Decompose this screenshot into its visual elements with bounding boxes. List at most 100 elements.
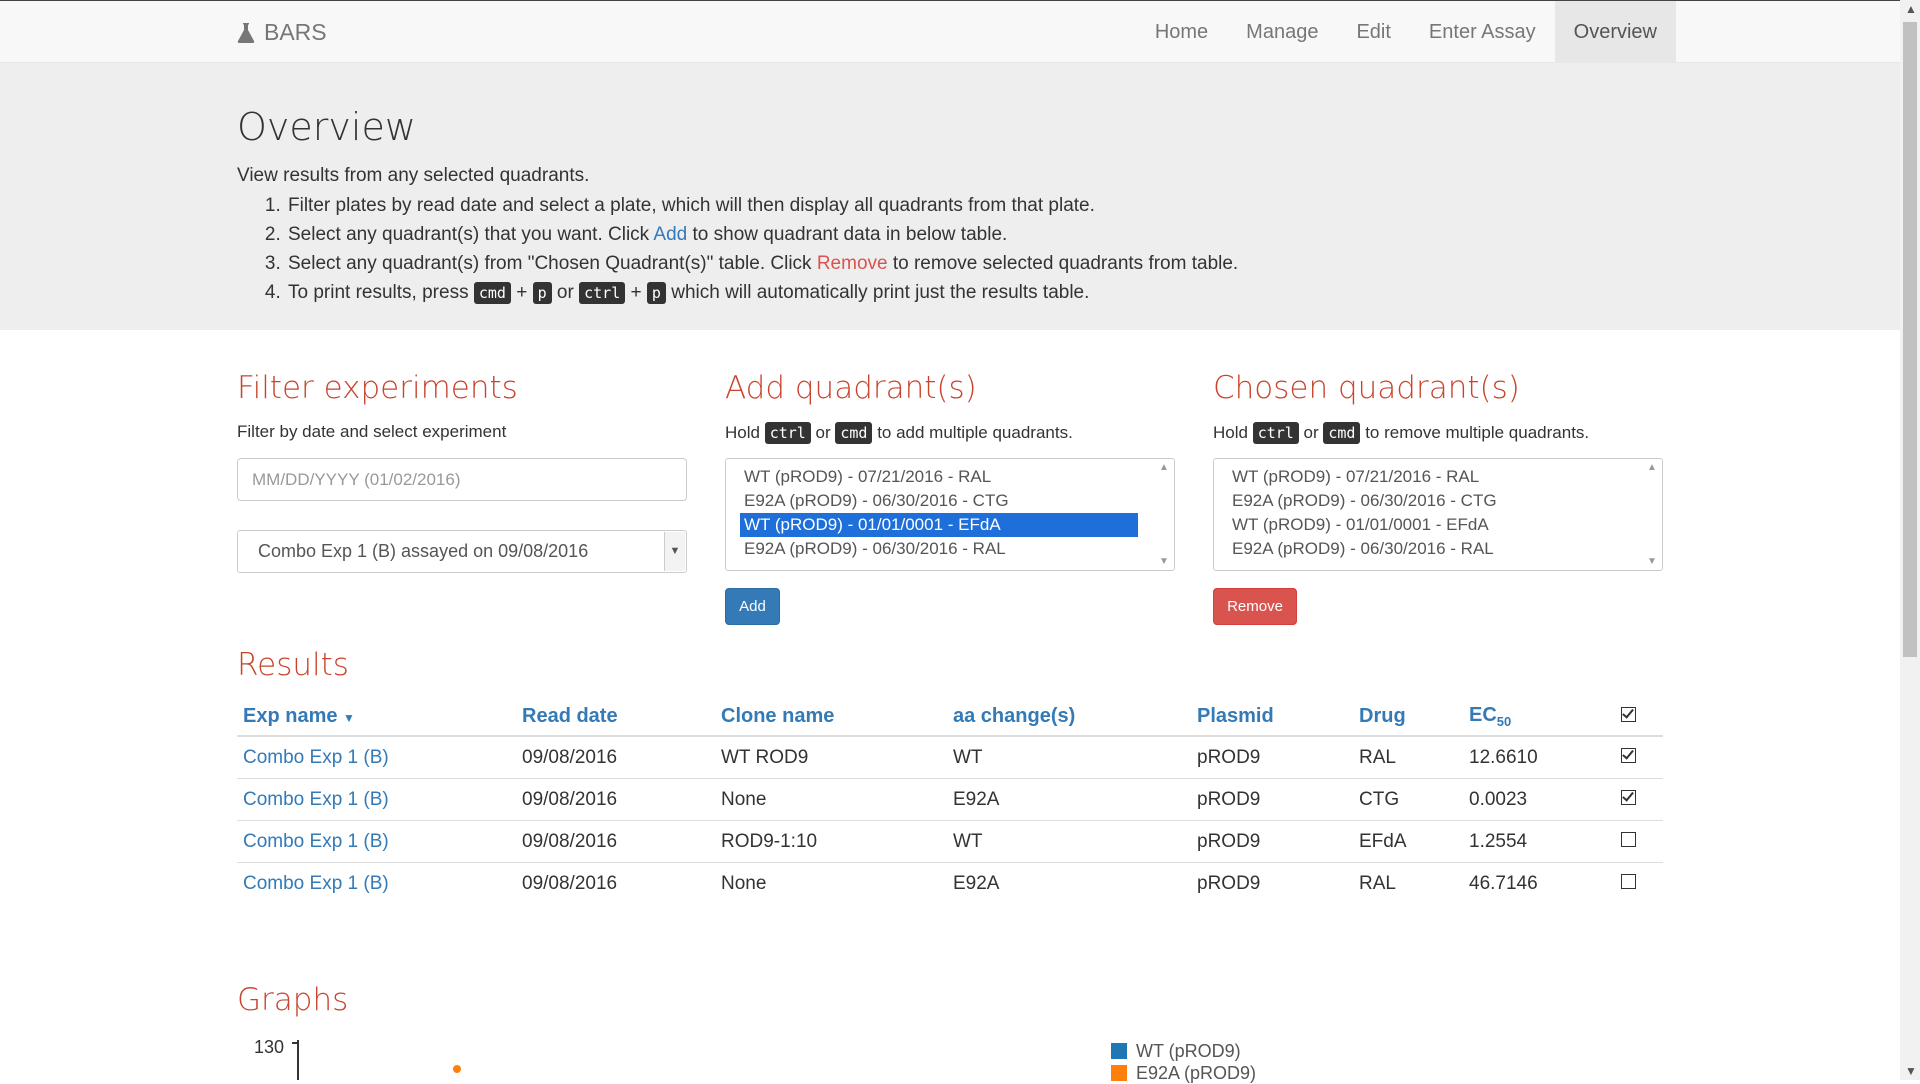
- legend-item: WT (pROD9): [1111, 1040, 1256, 1062]
- quadrant-option[interactable]: WT (pROD9) - 07/21/2016 - RAL: [726, 465, 1138, 489]
- nav-overview[interactable]: Overview: [1554, 1, 1676, 64]
- col-label-sub: 50: [1496, 713, 1512, 729]
- drug-cell: RAL: [1353, 735, 1463, 779]
- read-date-cell: 09/08/2016: [516, 862, 715, 904]
- add-link[interactable]: Add: [653, 224, 687, 245]
- main-nav: Home Manage Edit Enter Assay Overview: [1136, 1, 1676, 64]
- ec50-cell: 1.2554: [1463, 820, 1611, 863]
- nav-home[interactable]: Home: [1136, 1, 1227, 64]
- chosen-option[interactable]: WT (pROD9) - 01/01/0001 - EFdA: [1214, 513, 1626, 537]
- aa-change-cell: E92A: [947, 862, 1191, 904]
- ec50-cell: 0.0023: [1463, 778, 1611, 821]
- scroll-down-icon[interactable]: ▼: [1905, 1064, 1917, 1078]
- col-exp-name[interactable]: Exp name ▼: [237, 697, 516, 737]
- y-axis: [297, 1040, 299, 1080]
- listbox-scrollbar[interactable]: ▲ ▼: [1156, 460, 1173, 569]
- col-select-all[interactable]: [1611, 697, 1663, 737]
- quadrant-option[interactable]: E92A (pROD9) - 06/30/2016 - CTG: [726, 489, 1138, 513]
- scroll-up-icon[interactable]: ▲: [1647, 462, 1657, 473]
- scroll-down-icon[interactable]: ▼: [1647, 556, 1657, 567]
- drug-cell: RAL: [1353, 862, 1463, 904]
- select-all-checkbox[interactable]: [1621, 706, 1636, 722]
- scroll-up-icon[interactable]: ▲: [1159, 462, 1169, 473]
- quadrant-option-selected[interactable]: WT (pROD9) - 01/01/0001 - EFdA: [740, 513, 1138, 537]
- scroll-down-icon[interactable]: ▼: [1159, 556, 1169, 567]
- chosen-quadrants-panel: Chosen quadrant(s) Hold ctrl or cmd to r…: [1213, 370, 1663, 625]
- navbar: BARS Home Manage Edit Enter Assay Overvi…: [0, 0, 1900, 64]
- table-row: Combo Exp 1 (B) 09/08/2016 None E92A pROD9 CT…: [237, 778, 1663, 821]
- chosen-quadrants-title: Chosen quadrant(s): [1213, 370, 1520, 406]
- chevron-down-icon[interactable]: ▼: [664, 532, 685, 571]
- kbd-cmd: cmd: [473, 282, 511, 304]
- kbd-ctrl: ctrl: [1252, 422, 1299, 444]
- filter-panel: Filter experiments Filter by date and se…: [237, 370, 687, 573]
- chosen-option[interactable]: WT (pROD9) - 07/21/2016 - RAL: [1214, 465, 1626, 489]
- exp-name-link[interactable]: Combo Exp 1 (B): [237, 778, 516, 821]
- col-label: Exp name: [243, 704, 338, 727]
- page-title: Overview: [237, 105, 416, 149]
- legend-swatch: [1111, 1043, 1127, 1059]
- row-checkbox[interactable]: [1621, 831, 1636, 847]
- remove-button[interactable]: Remove: [1213, 588, 1297, 625]
- brand[interactable]: BARS: [236, 19, 327, 46]
- listbox-scrollbar[interactable]: ▲ ▼: [1644, 460, 1661, 569]
- col-clone-name[interactable]: Clone name: [715, 697, 947, 737]
- col-plasmid[interactable]: Plasmid: [1191, 697, 1353, 737]
- drug-cell: CTG: [1353, 778, 1463, 821]
- filter-hint: Filter by date and select experiment: [237, 422, 507, 441]
- chosen-option[interactable]: E92A (pROD9) - 06/30/2016 - CTG: [1214, 489, 1626, 513]
- exp-name-link[interactable]: Combo Exp 1 (B): [237, 820, 516, 863]
- plasmid-cell: pROD9: [1191, 778, 1353, 821]
- chosen-hint: Hold ctrl or cmd to remove multiple quad…: [1213, 422, 1663, 446]
- kbd-p: p: [532, 282, 552, 304]
- y-axis-tick-label: 130: [254, 1037, 285, 1057]
- kbd-p: p: [646, 282, 666, 304]
- row-select-cell: [1611, 735, 1663, 779]
- aa-change-cell: WT: [947, 820, 1191, 863]
- scrollbar-thumb[interactable]: [1903, 22, 1917, 657]
- col-read-date[interactable]: Read date: [516, 697, 715, 737]
- row-checkbox[interactable]: [1621, 789, 1636, 805]
- row-checkbox[interactable]: [1621, 747, 1636, 763]
- hint-text: Hold: [1213, 423, 1253, 442]
- legend-item: E92A (pROD9): [1111, 1062, 1256, 1084]
- hint-text: Hold: [725, 423, 765, 442]
- kbd-cmd: cmd: [1323, 422, 1361, 444]
- exp-name-link[interactable]: Combo Exp 1 (B): [237, 735, 516, 779]
- instruction-text: to show quadrant data in below table.: [687, 224, 1008, 245]
- instruction-text: Select any quadrant(s) that you want. Cl…: [288, 224, 654, 245]
- clone-name-cell: WT ROD9: [715, 735, 947, 779]
- read-date-cell: 09/08/2016: [516, 778, 715, 821]
- chosen-option[interactable]: E92A (pROD9) - 06/30/2016 - RAL: [1214, 537, 1626, 561]
- hint-text: or: [810, 423, 836, 442]
- date-filter-input[interactable]: MM/DD/YYYY (01/02/2016): [237, 458, 687, 501]
- add-quadrants-listbox[interactable]: WT (pROD9) - 07/21/2016 - RAL E92A (pROD…: [725, 458, 1175, 571]
- col-aa-change[interactable]: aa change(s): [947, 697, 1191, 737]
- plasmid-cell: pROD9: [1191, 735, 1353, 779]
- col-ec50[interactable]: EC50: [1463, 697, 1611, 737]
- plasmid-cell: pROD9: [1191, 820, 1353, 863]
- remove-link[interactable]: Remove: [817, 253, 888, 274]
- nav-edit[interactable]: Edit: [1337, 1, 1409, 64]
- nav-manage[interactable]: Manage: [1227, 1, 1337, 64]
- quadrant-option[interactable]: E92A (pROD9) - 06/30/2016 - RAL: [726, 537, 1138, 561]
- col-drug[interactable]: Drug: [1353, 697, 1463, 737]
- col-label: EC: [1469, 703, 1497, 726]
- plus-sign: +: [516, 282, 528, 303]
- read-date-cell: 09/08/2016: [516, 735, 715, 779]
- scroll-up-icon[interactable]: ▲: [1905, 2, 1917, 16]
- instruction-text: To print results, press: [288, 282, 474, 303]
- or-text: or: [556, 282, 574, 303]
- aa-change-cell: E92A: [947, 778, 1191, 821]
- chosen-quadrants-listbox[interactable]: WT (pROD9) - 07/21/2016 - RAL E92A (pROD…: [1213, 458, 1663, 571]
- sort-caret-icon: ▼: [343, 710, 355, 725]
- row-checkbox[interactable]: [1621, 873, 1636, 889]
- window-scrollbar[interactable]: ▲ ▼: [1900, 0, 1920, 1080]
- exp-name-link[interactable]: Combo Exp 1 (B): [237, 862, 516, 904]
- aa-change-cell: WT: [947, 735, 1191, 779]
- add-button[interactable]: Add: [725, 588, 780, 625]
- clone-name-cell: None: [715, 778, 947, 821]
- graphs-title: Graphs: [237, 982, 349, 1018]
- nav-enter-assay[interactable]: Enter Assay: [1410, 1, 1555, 64]
- experiment-select[interactable]: Combo Exp 1 (B) assayed on 09/08/2016 ▼: [237, 530, 687, 573]
